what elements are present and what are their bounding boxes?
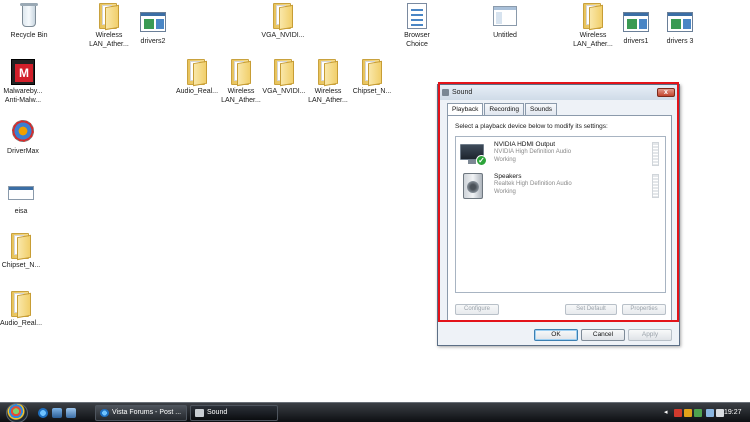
folder-icon: [5, 232, 37, 261]
desktop-icon-folder[interactable]: VGA_NVIDI...: [254, 2, 312, 41]
malwarebytes-tray-icon[interactable]: [684, 409, 692, 417]
desktop-icon-label: Chipset_N...: [352, 88, 392, 95]
folder-icon: [356, 58, 388, 87]
browser-choice-icon: [401, 2, 433, 30]
desktop-icon-file[interactable]: eisa: [0, 178, 50, 217]
configure-button[interactable]: Configure: [455, 304, 499, 315]
desktop-icon-label: eisa: [14, 208, 28, 215]
cancel-button[interactable]: Cancel: [581, 329, 625, 341]
desktop-icon-malwarebytes[interactable]: M Malwareby... Anti-Malw...: [0, 58, 52, 105]
device-name: Speakers: [494, 173, 522, 180]
ie-icon[interactable]: [38, 408, 48, 418]
dialog-title: Sound: [452, 89, 473, 96]
tab-strip: Playback Recording Sounds: [447, 103, 558, 116]
desktop: Recycle Bin Wireless LAN_Ather... driver…: [0, 0, 750, 402]
switch-windows-icon[interactable]: [66, 408, 76, 418]
desktop-icon-label: Untitled: [493, 32, 517, 39]
show-desktop-icon[interactable]: [52, 408, 62, 418]
desktop-icon-folder[interactable]: Chipset_N...: [0, 232, 50, 271]
recycle-bin-icon: [13, 2, 45, 30]
network-icon[interactable]: [706, 409, 714, 417]
desktop-icon-label: Chipset_N...: [1, 262, 41, 269]
desktop-icon-label: Malwareby... Anti-Malw...: [3, 88, 43, 104]
close-button[interactable]: x: [657, 88, 675, 97]
folder-icon: [181, 58, 213, 87]
default-check-icon: ✓: [476, 155, 487, 166]
desktop-icon-browser-choice[interactable]: Browser Choice: [388, 2, 446, 49]
desktop-icon-file[interactable]: drivers 3: [651, 8, 709, 47]
desktop-icon-recycle-bin[interactable]: Recycle Bin: [0, 2, 58, 41]
window-thumbnail-icon: [620, 8, 652, 36]
folder-icon: [225, 58, 257, 87]
folder-icon: [577, 2, 609, 31]
device-driver: Realtek High Definition Audio: [494, 181, 572, 187]
device-status: Working: [494, 157, 516, 163]
desktop-icon-label: Audio_Real...: [0, 320, 43, 327]
desktop-icon-folder[interactable]: Chipset_N...: [343, 58, 401, 97]
folder-icon: [267, 2, 299, 31]
window-thumbnail-icon: [5, 178, 37, 206]
device-driver: NVIDIA High Definition Audio: [494, 149, 572, 155]
desktop-icon-folder[interactable]: Audio_Real...: [0, 290, 50, 329]
malwarebytes-icon: M: [7, 58, 39, 86]
speaker-icon: [460, 173, 486, 199]
apply-button[interactable]: Apply: [628, 329, 672, 341]
device-status: Working: [494, 189, 516, 195]
tab-sounds[interactable]: Sounds: [525, 103, 558, 115]
volume-meter: [652, 174, 659, 198]
drivermax-tray-icon[interactable]: [694, 409, 702, 417]
ie-icon: [100, 409, 109, 417]
show-hidden-icons-chevron-icon[interactable]: ◂: [664, 409, 672, 417]
taskbar-button-browser[interactable]: Vista Forums - Post ...: [95, 405, 187, 421]
folder-icon: [93, 2, 125, 31]
desktop-icon-file[interactable]: drivers2: [124, 8, 182, 47]
folder-icon: [268, 58, 300, 87]
taskbar-button-label: Sound: [207, 409, 228, 416]
taskbar-button-sound[interactable]: Sound: [190, 405, 278, 421]
desktop-icon-file[interactable]: Untitled: [476, 2, 534, 41]
device-name: NVIDIA HDMI Output: [494, 141, 556, 148]
drivermax-icon: [7, 118, 39, 146]
desktop-icon-label: VGA_NVIDI...: [261, 32, 305, 39]
desktop-icon-label: drivers 3: [666, 38, 694, 45]
taskbar-button-label: Vista Forums - Post ...: [112, 409, 182, 416]
window-thumbnail-icon: [489, 2, 521, 30]
tab-recording[interactable]: Recording: [484, 103, 525, 115]
desktop-icon-label: Browser Choice: [404, 32, 430, 48]
window-thumbnail-icon: [137, 8, 169, 36]
desktop-icon-label: Recycle Bin: [10, 32, 48, 39]
monitor-icon: ✓: [460, 141, 487, 167]
window-thumbnail-icon: [664, 8, 696, 36]
speaker-icon: [195, 409, 204, 417]
playback-panel: Select a playback device below to modify…: [447, 115, 672, 322]
desktop-icon-label: DriverMax: [7, 148, 39, 155]
device-item-nvidia-hdmi[interactable]: ✓ NVIDIA HDMI Output NVIDIA High Definit…: [458, 140, 663, 170]
security-shield-icon[interactable]: [674, 409, 682, 417]
device-list: ✓ NVIDIA HDMI Output NVIDIA High Definit…: [455, 136, 666, 293]
desktop-icon-label: drivers2: [140, 38, 166, 45]
volume-meter: [652, 142, 659, 166]
instruction-text: Select a playback device below to modify…: [455, 123, 608, 130]
properties-button[interactable]: Properties: [622, 304, 666, 315]
start-button[interactable]: [6, 403, 28, 422]
speaker-icon: [442, 89, 449, 96]
folder-icon: [312, 58, 344, 87]
close-icon: x: [664, 89, 668, 96]
device-item-speakers[interactable]: Speakers Realtek High Definition Audio W…: [458, 172, 663, 202]
set-default-button[interactable]: Set Default: [565, 304, 617, 315]
dialog-title-bar[interactable]: Sound x: [438, 85, 679, 100]
volume-icon[interactable]: [716, 409, 724, 417]
sound-dialog: Sound x Playback Recording Sounds Select…: [437, 84, 680, 346]
folder-icon: [5, 290, 37, 319]
ok-button[interactable]: OK: [534, 329, 578, 341]
desktop-icon-drivermax[interactable]: DriverMax: [0, 118, 52, 157]
taskbar: Vista Forums - Post ... Sound ◂ 19:27: [0, 402, 750, 422]
clock[interactable]: 19:27: [724, 403, 742, 422]
